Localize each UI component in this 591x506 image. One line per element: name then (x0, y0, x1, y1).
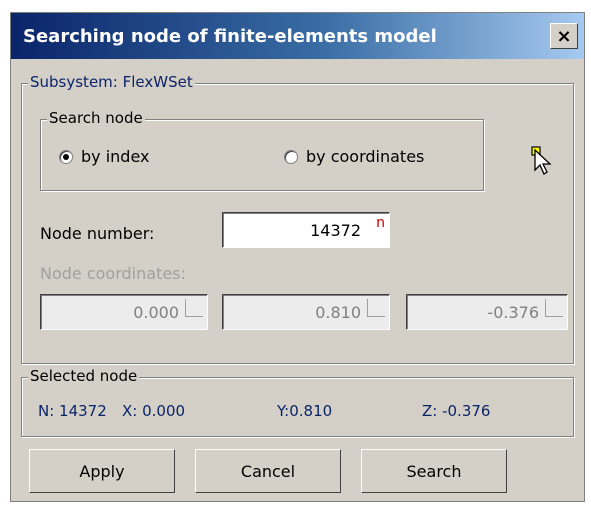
unit-box-icon (367, 299, 385, 317)
coord-y-input: 0.810 (222, 294, 390, 330)
selected-node-y: Y:0.810 (277, 402, 333, 420)
radio-by-index-indicator[interactable] (59, 149, 73, 164)
cancel-button[interactable]: Cancel (195, 449, 341, 493)
node-number-label: Node number: (40, 224, 155, 243)
radio-by-index-label: by index (81, 147, 150, 166)
radio-by-coordinates-label: by coordinates (306, 147, 425, 166)
search-button[interactable]: Search (361, 449, 507, 493)
selected-node-x: X: 0.000 (122, 402, 186, 420)
node-number-input[interactable]: 14372 n (222, 212, 390, 248)
search-node-dialog: Searching node of finite-elements model … (10, 12, 585, 502)
selected-node-legend: Selected node (28, 367, 140, 385)
subsystem-legend: Subsystem: FlexWSet (28, 73, 195, 91)
close-button[interactable]: × (550, 23, 578, 49)
selected-node-n: N: 14372 (38, 402, 107, 420)
unit-n-icon: n (376, 215, 385, 231)
selected-node-group: Selected node N: 14372 X: 0.000 Y:0.810 … (21, 367, 574, 437)
coord-x-value: 0.000 (133, 303, 179, 322)
search-node-group: Search node by index by coordinates (40, 109, 484, 191)
radio-by-coordinates[interactable]: by coordinates (284, 147, 424, 166)
node-number-value: 14372 (310, 221, 361, 240)
pointer-cursor-icon (531, 146, 552, 175)
coord-y-value: 0.810 (315, 303, 361, 322)
search-node-legend: Search node (47, 109, 145, 127)
selected-node-z: Z: -0.376 (422, 402, 491, 420)
radio-by-index[interactable]: by index (59, 147, 149, 166)
coord-x-input: 0.000 (40, 294, 208, 330)
node-coordinates-label: Node coordinates: (40, 264, 186, 283)
close-icon: × (556, 25, 572, 47)
window-title: Searching node of finite-elements model (23, 26, 437, 47)
coord-z-input: -0.376 (406, 294, 568, 330)
unit-box-icon (185, 299, 203, 317)
coord-z-value: -0.376 (487, 303, 539, 322)
subsystem-group: Subsystem: FlexWSet Search node by index… (21, 73, 574, 364)
title-bar[interactable]: Searching node of finite-elements model … (11, 13, 584, 59)
unit-box-icon (545, 299, 563, 317)
radio-by-coordinates-indicator[interactable] (284, 149, 298, 164)
apply-button[interactable]: Apply (29, 449, 175, 493)
